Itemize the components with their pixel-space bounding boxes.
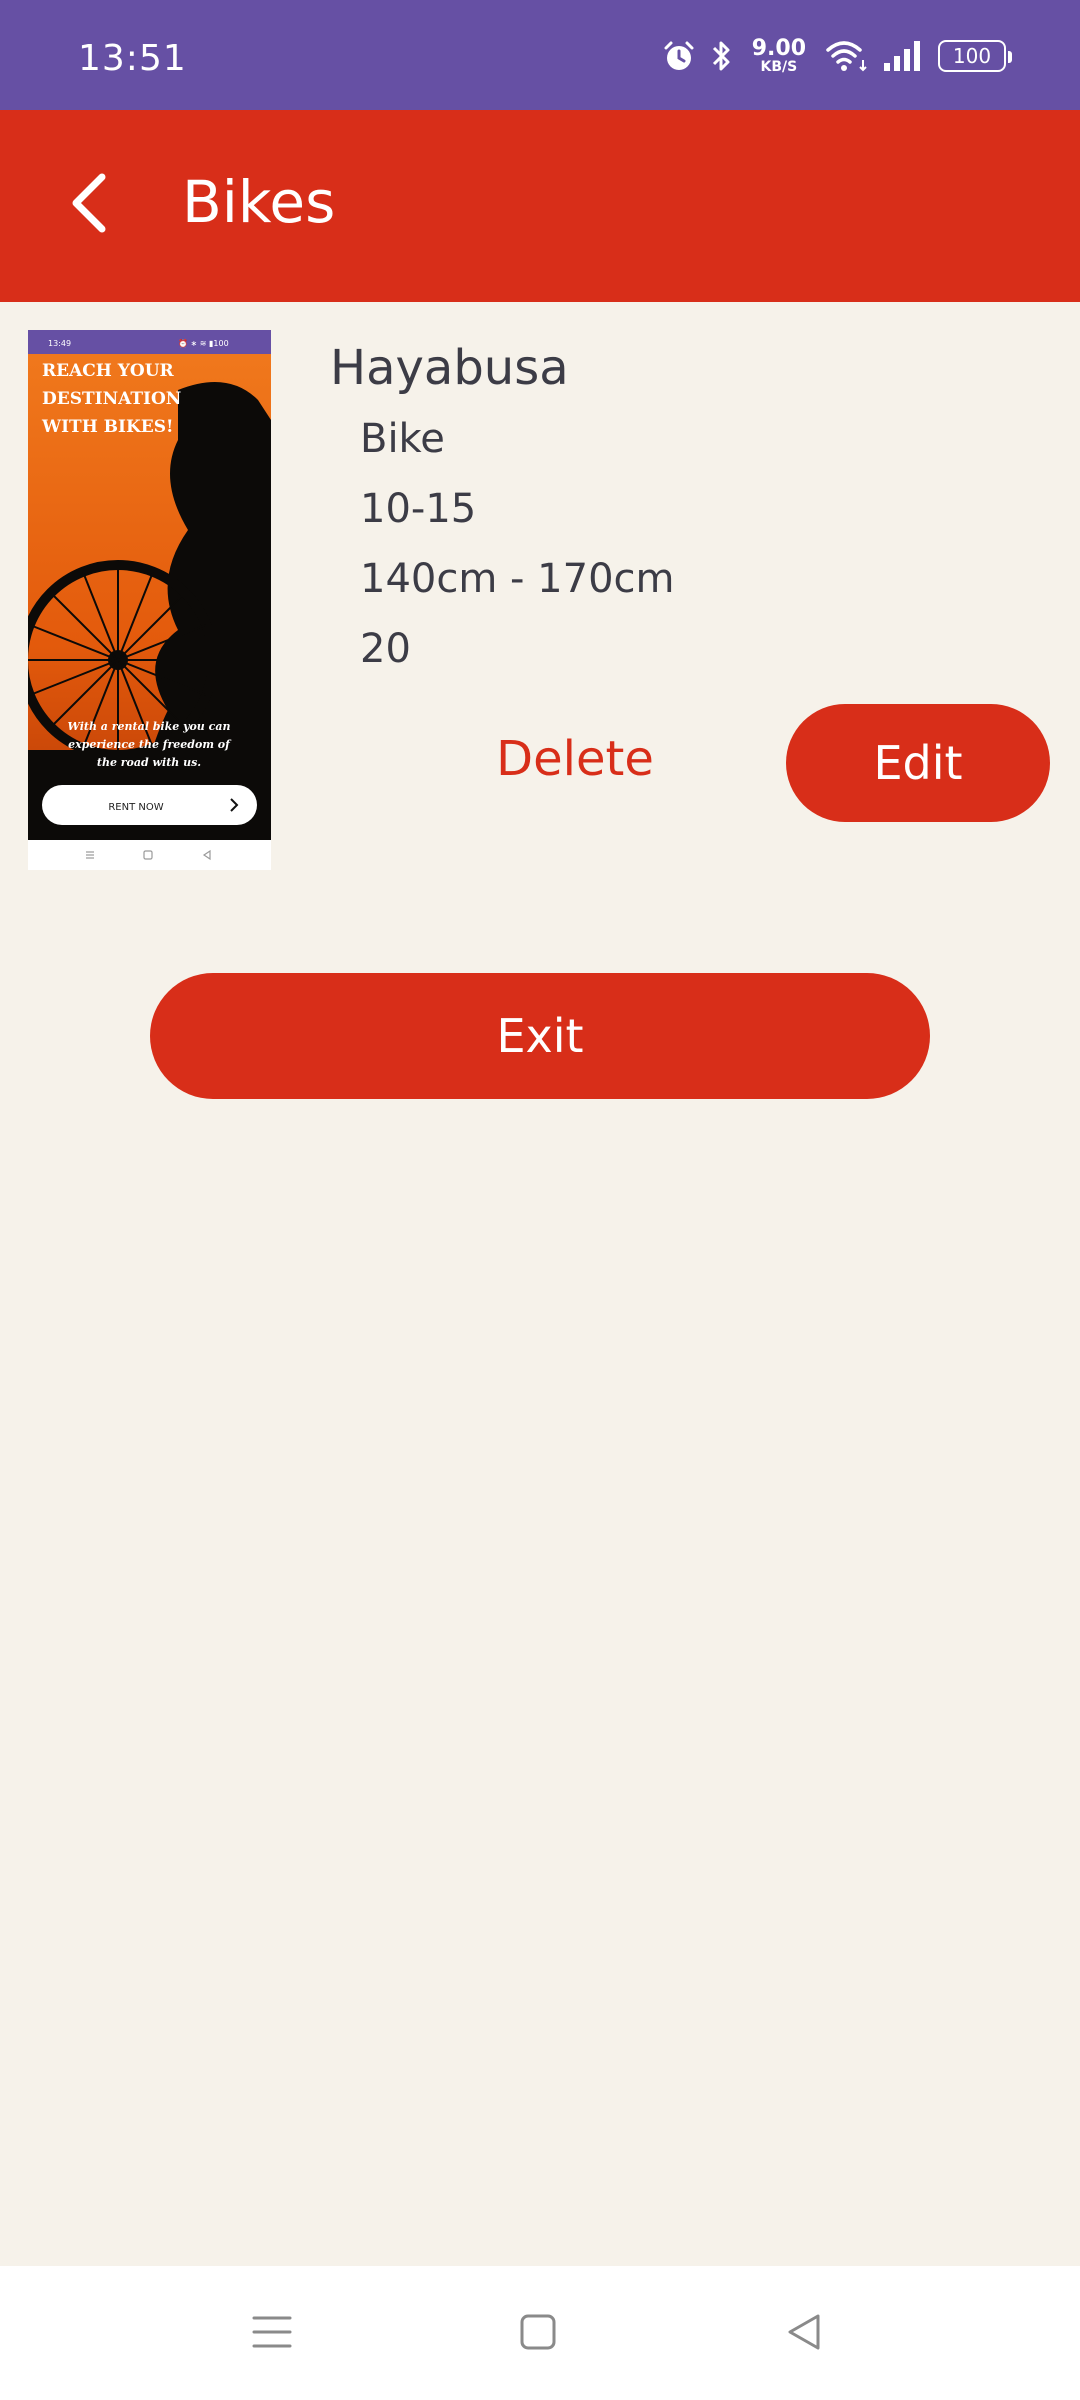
app-bar: Bikes <box>0 110 1080 302</box>
status-time: 13:51 <box>78 38 187 79</box>
delete-button[interactable]: Delete <box>440 704 710 814</box>
back-button[interactable] <box>48 160 128 250</box>
chevron-left-icon <box>66 171 110 239</box>
wifi-icon <box>824 38 868 74</box>
status-bar: 13:51 9.00 KB/S 100 <box>0 0 1080 110</box>
thumb-headline-2: DESTINATION <box>42 389 181 409</box>
thumb-status-time: 13:49 <box>48 339 71 348</box>
exit-button[interactable]: Exit <box>150 973 930 1099</box>
bike-height-range: 140cm - 170cm <box>360 556 675 602</box>
menu-button[interactable] <box>240 2302 304 2366</box>
bike-thumbnail: 13:49 ⏰ ∗ ≋ ▮100 REACH YOUR DESTINATION <box>28 330 271 870</box>
bike-thumbnail-image: 13:49 ⏰ ∗ ≋ ▮100 REACH YOUR DESTINATION <box>28 330 271 870</box>
thumb-tagline-3: the road with us. <box>97 756 201 769</box>
edit-button[interactable]: Edit <box>786 704 1050 822</box>
bluetooth-icon <box>710 38 734 74</box>
thumb-status-icons: ⏰ ∗ ≋ ▮100 <box>178 338 229 348</box>
page-title: Bikes <box>182 168 336 236</box>
net-speed: 9.00 KB/S <box>751 36 806 75</box>
bike-age-range: 10-15 <box>360 486 477 532</box>
net-speed-value: 9.00 <box>751 36 806 61</box>
bike-name: Hayabusa <box>330 340 569 396</box>
signal-icon <box>882 39 924 73</box>
net-speed-unit: KB/S <box>760 59 798 75</box>
thumb-cta: RENT NOW <box>108 802 163 813</box>
bike-price: 20 <box>360 626 411 672</box>
thumb-tagline-1: With a rental bike you can <box>68 720 231 733</box>
battery-icon: 100 <box>938 40 1012 72</box>
battery-level: 100 <box>952 44 992 68</box>
thumb-headline-3: WITH BIKES! <box>41 417 173 437</box>
bike-type: Bike <box>360 416 445 462</box>
home-button[interactable] <box>506 2302 570 2366</box>
alarm-icon <box>662 39 696 73</box>
thumb-headline-1: REACH YOUR <box>42 361 175 381</box>
menu-icon <box>250 2310 294 2358</box>
status-icons: 9.00 KB/S 100 <box>662 34 1012 78</box>
system-nav-bar <box>0 2266 1080 2400</box>
back-triangle-icon <box>782 2310 826 2358</box>
thumb-tagline-2: experience the freedom of <box>68 738 232 751</box>
back-nav-button[interactable] <box>772 2302 836 2366</box>
home-square-icon <box>516 2310 560 2358</box>
